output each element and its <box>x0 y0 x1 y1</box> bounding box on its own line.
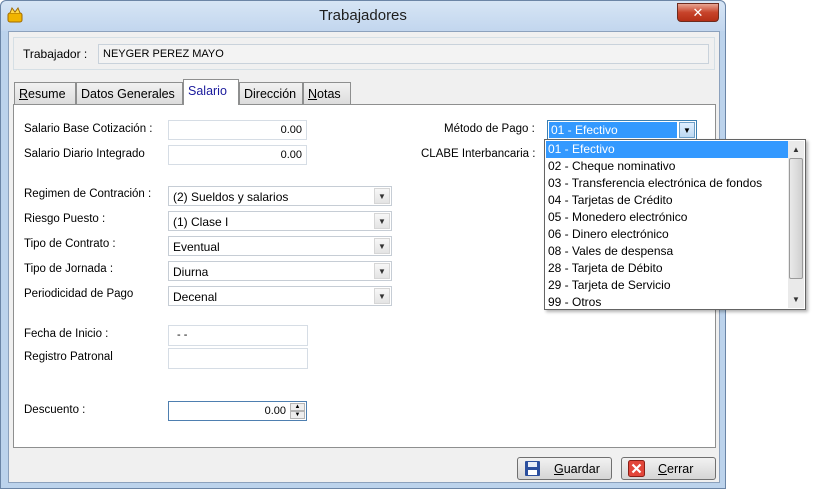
tab-salario[interactable]: Salario <box>183 79 239 105</box>
guardar-rest: uardar <box>563 462 600 476</box>
descuento-value: 0.00 <box>264 405 286 417</box>
contrato-select[interactable]: Eventual ▼ <box>168 236 392 256</box>
metodo-option[interactable]: 03 - Transferencia electrónica de fondos <box>546 175 790 192</box>
stepper-up-icon[interactable]: ▲ <box>290 403 305 411</box>
window-title: Trabajadores <box>319 7 407 24</box>
regimen-value: (2) Sueldos y salarios <box>173 190 289 204</box>
scroll-up-icon[interactable]: ▲ <box>788 141 804 158</box>
metodo-option[interactable]: 02 - Cheque nominativo <box>546 158 790 175</box>
stepper-buttons: ▲ ▼ <box>290 403 305 419</box>
tab-notas-accel: N <box>308 87 318 101</box>
metodo-option[interactable]: 06 - Dinero electrónico <box>546 226 790 243</box>
window-close-button[interactable]: ✕ <box>677 3 719 22</box>
salario-base-label: Salario Base Cotización : <box>24 123 153 135</box>
guardar-label: Guardar <box>554 462 600 476</box>
riesgo-value: (1) Clase I <box>173 215 229 229</box>
cerrar-accel: C <box>658 462 668 476</box>
tab-resume[interactable]: Resume <box>14 82 76 104</box>
worker-label: Trabajador : <box>23 47 88 61</box>
metodo-option[interactable]: 01 - Efectivo <box>546 141 790 158</box>
salario-diario-input[interactable]: 0.00 <box>168 145 307 165</box>
stepper-down-icon[interactable]: ▼ <box>290 411 305 419</box>
riesgo-select[interactable]: (1) Clase I ▼ <box>168 211 392 231</box>
periodicidad-label: Periodicidad de Pago <box>24 288 134 300</box>
tab-notas-label: otas <box>317 87 341 101</box>
dropdown-scrollbar[interactable]: ▲ ▼ <box>788 141 804 308</box>
scroll-thumb[interactable] <box>789 158 803 279</box>
guardar-accel: G <box>554 462 564 476</box>
cerrar-rest: errar <box>667 462 694 476</box>
regimen-label: Regimen de Contración : <box>24 188 152 200</box>
guardar-button[interactable]: Guardar <box>517 457 612 480</box>
chevron-down-icon[interactable]: ▼ <box>374 188 390 204</box>
tab-datos-generales[interactable]: Datos Generales <box>76 82 183 104</box>
metodo-option[interactable]: 28 - Tarjeta de Débito <box>546 260 790 277</box>
metodo-label: Método de Pago : <box>444 123 535 135</box>
worker-panel: Trabajador : NEYGER PEREZ MAYO <box>13 37 715 70</box>
contrato-label: Tipo de Contrato : <box>24 238 116 250</box>
jornada-select[interactable]: Diurna ▼ <box>168 261 392 281</box>
metodo-option[interactable]: 99 - Otros <box>546 294 790 311</box>
metodo-option[interactable]: 29 - Tarjeta de Servicio <box>546 277 790 294</box>
chevron-down-icon[interactable]: ▼ <box>374 238 390 254</box>
close-icon <box>628 460 645 477</box>
fecha-input[interactable]: - - <box>168 325 308 346</box>
descuento-label: Descuento : <box>24 404 86 416</box>
cerrar-button[interactable]: Cerrar <box>621 457 716 480</box>
worker-field[interactable]: NEYGER PEREZ MAYO <box>98 44 709 64</box>
chevron-down-icon[interactable]: ▼ <box>374 288 390 304</box>
clabe-label: CLABE Interbancaria : <box>421 148 536 160</box>
metodo-value: 01 - Efectivo <box>549 122 677 138</box>
salario-base-input[interactable]: 0.00 <box>168 120 307 140</box>
descuento-stepper[interactable]: 0.00 ▲ ▼ <box>168 401 307 421</box>
jornada-value: Diurna <box>173 265 209 279</box>
registro-input[interactable] <box>168 348 308 369</box>
metodo-option[interactable]: 08 - Vales de despensa <box>546 243 790 260</box>
riesgo-label: Riesgo Puesto : <box>24 213 106 225</box>
regimen-select[interactable]: (2) Sueldos y salarios ▼ <box>168 186 392 206</box>
tab-resume-label: esume <box>28 87 66 101</box>
periodicidad-select[interactable]: Decenal ▼ <box>168 286 392 306</box>
floppy-disk-icon <box>525 461 540 476</box>
registro-label: Registro Patronal <box>24 351 113 363</box>
fecha-label: Fecha de Inicio : <box>24 328 109 340</box>
scroll-down-icon[interactable]: ▼ <box>788 291 804 308</box>
metodo-select[interactable]: 01 - Efectivo ▼ <box>547 120 697 140</box>
metodo-option[interactable]: 05 - Monedero electrónico <box>546 209 790 226</box>
metodo-option[interactable]: 04 - Tarjetas de Crédito <box>546 192 790 209</box>
cerrar-label: Cerrar <box>658 462 693 476</box>
chevron-down-icon[interactable]: ▼ <box>374 263 390 279</box>
title-bar[interactable]: Trabajadores ✕ <box>1 1 725 31</box>
tab-notas[interactable]: Notas <box>303 82 351 104</box>
periodicidad-value: Decenal <box>173 290 218 304</box>
metodo-dropdown-list[interactable]: 01 - Efectivo 02 - Cheque nominativo 03 … <box>544 139 806 310</box>
tab-resume-accel: R <box>19 87 29 101</box>
chevron-down-icon[interactable]: ▼ <box>374 213 390 229</box>
chevron-down-icon[interactable]: ▼ <box>679 122 695 138</box>
contrato-value: Eventual <box>173 240 220 254</box>
tab-direccion[interactable]: Dirección <box>239 82 303 104</box>
salario-diario-label: Salario Diario Integrado <box>24 148 145 160</box>
jornada-label: Tipo de Jornada : <box>24 263 114 275</box>
